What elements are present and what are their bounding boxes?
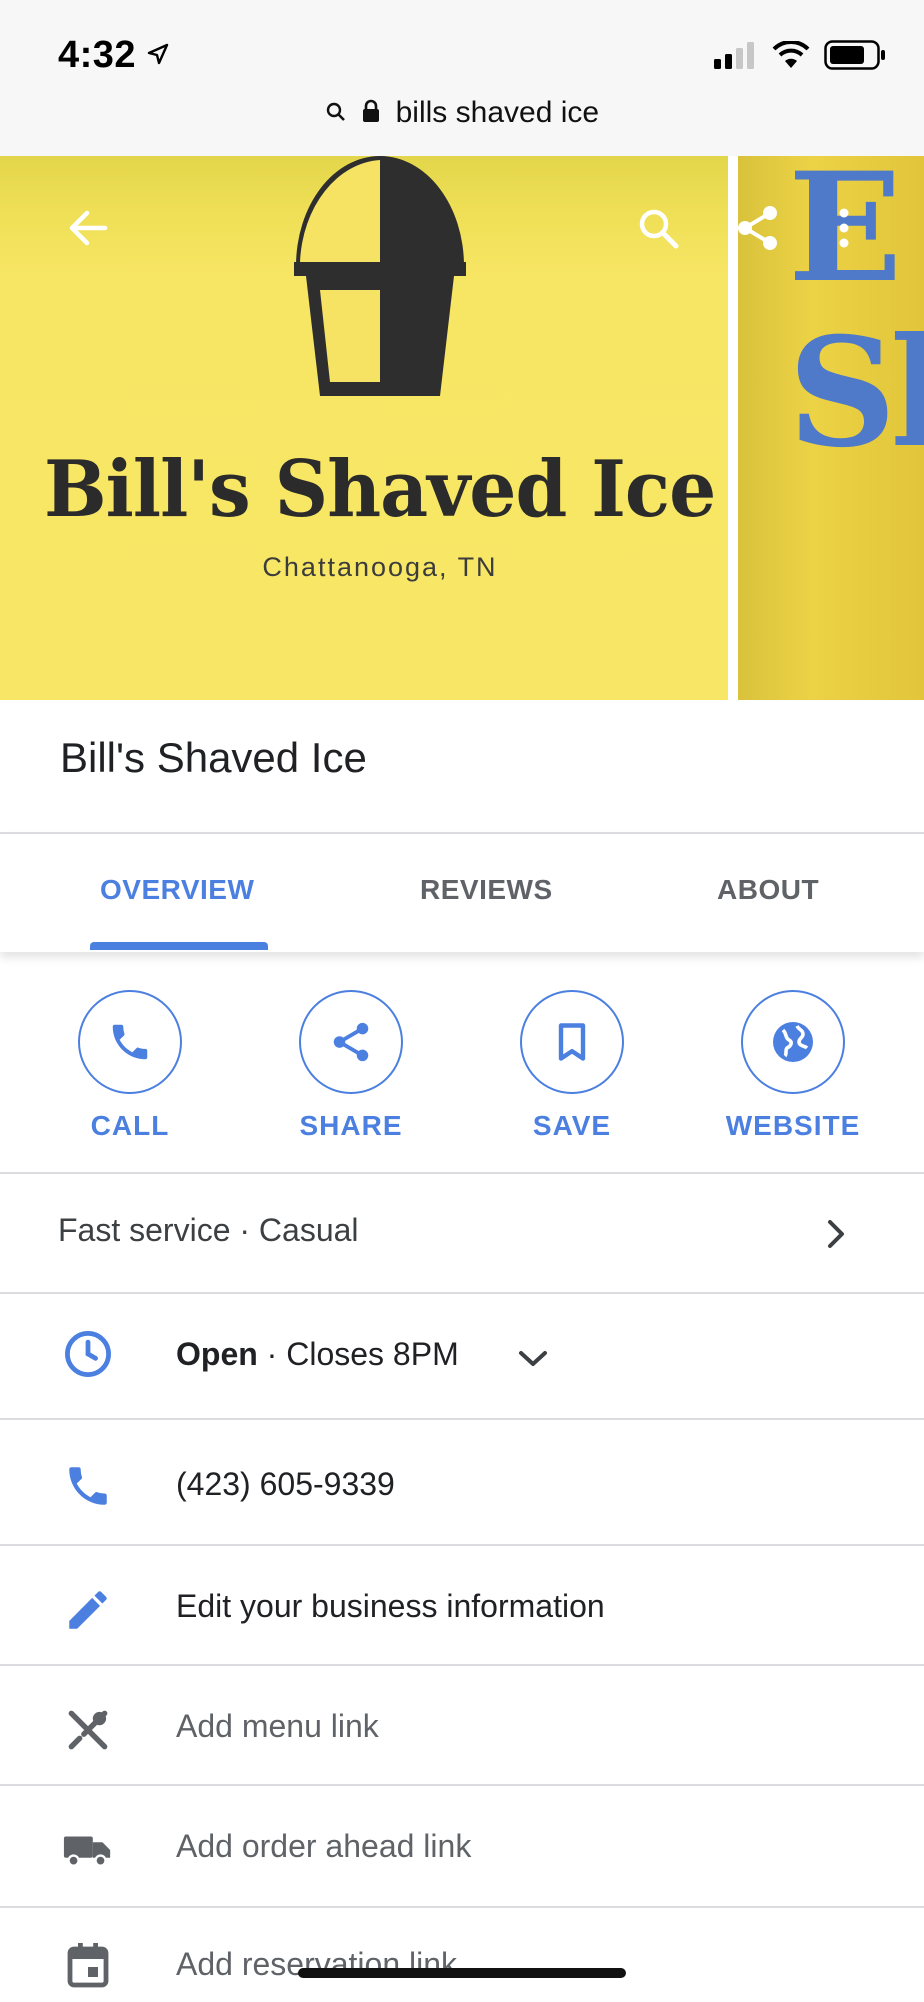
action-buttons: CALL SHARE SAVE WEBSITE	[0, 990, 924, 1172]
utensils-icon	[62, 1704, 114, 1756]
arrow-left-icon	[69, 210, 108, 246]
back-button[interactable]	[56, 196, 120, 260]
place-title: Bill's Shaved Ice	[60, 734, 367, 781]
hours-row[interactable]: Open · Closes 8PM	[0, 1292, 924, 1418]
save-button[interactable]: SAVE	[462, 990, 682, 1142]
phone-icon	[62, 1460, 114, 1512]
tab-about[interactable]: ABOUT	[717, 874, 819, 906]
tab-overview[interactable]: OVERVIEW	[100, 874, 254, 906]
hours-text: Open · Closes 8PM	[176, 1336, 459, 1373]
signal-icon	[714, 42, 754, 69]
clock-icon	[62, 1328, 114, 1380]
lock-icon	[361, 97, 381, 131]
edit-info-text: Edit your business information	[176, 1588, 605, 1624]
add-order-link-row[interactable]: Add order ahead link	[0, 1784, 924, 1908]
phone-icon	[112, 1024, 148, 1060]
calendar-icon	[62, 1940, 114, 1992]
active-tab-indicator	[90, 942, 268, 950]
phone-row[interactable]: (423) 605-9339	[0, 1418, 924, 1546]
wifi-icon	[772, 41, 810, 68]
bookmark-icon	[558, 1023, 586, 1061]
hero-brand-name: Bill's Shaved Ice	[44, 444, 716, 535]
tab-reviews[interactable]: REVIEWS	[420, 874, 553, 906]
add-order-link-text: Add order ahead link	[176, 1828, 472, 1864]
hero-location: Chattanooga, TN	[262, 552, 498, 582]
search-icon	[639, 209, 679, 249]
website-circle	[741, 990, 845, 1094]
location-arrow-icon	[147, 43, 169, 65]
attributes-text: Fast service · Casual	[58, 1212, 359, 1248]
website-label: WEBSITE	[725, 1110, 861, 1141]
add-reservation-link-row[interactable]: Add reservation link	[0, 1906, 924, 2002]
chevron-right-icon	[828, 1220, 844, 1248]
share-button[interactable]: SHARE	[241, 990, 461, 1142]
save-label: SAVE	[532, 1110, 612, 1141]
status-bar: 4:32 bills shaved ice	[0, 0, 924, 156]
battery-icon	[824, 40, 885, 70]
share-label: SHARE	[299, 1110, 403, 1141]
search-button[interactable]	[626, 196, 690, 260]
search-icon	[325, 97, 347, 131]
call-label: CALL	[90, 1110, 170, 1141]
truck-icon	[62, 1824, 114, 1876]
chevron-down-icon[interactable]	[516, 1348, 550, 1370]
share-icon	[333, 1022, 369, 1062]
phone-number: (423) 605-9339	[176, 1466, 395, 1502]
add-menu-link-text: Add menu link	[176, 1708, 379, 1744]
shaved-ice-cup-logo	[294, 156, 466, 396]
more-vert-icon	[839, 208, 849, 248]
open-status: Open	[176, 1336, 258, 1372]
status-time: 4:32	[58, 34, 137, 76]
edit-info-row[interactable]: Edit your business information	[0, 1544, 924, 1666]
url-text: bills shaved ice	[395, 96, 600, 129]
call-circle	[78, 990, 182, 1094]
hero-photo-carousel[interactable]: Bill's Shaved Ice Chattanooga, TN E Sh	[0, 156, 924, 700]
more-options-button[interactable]	[812, 196, 876, 260]
globe-icon	[773, 1022, 813, 1062]
website-button[interactable]: WEBSITE	[683, 990, 903, 1142]
url-bar[interactable]: bills shaved ice	[0, 96, 924, 131]
home-indicator[interactable]	[298, 1968, 626, 1978]
closing-time: · Closes 8PM	[257, 1336, 459, 1372]
share-button-hero[interactable]	[726, 196, 790, 260]
share-icon	[738, 206, 777, 250]
tab-bar: OVERVIEW REVIEWS ABOUT	[0, 832, 924, 952]
share-circle	[299, 990, 403, 1094]
call-button[interactable]: CALL	[20, 990, 240, 1142]
add-menu-link-row[interactable]: Add menu link	[0, 1664, 924, 1786]
save-circle	[520, 990, 624, 1094]
pencil-icon	[62, 1584, 114, 1636]
attributes-row[interactable]: Fast service · Casual	[0, 1172, 924, 1292]
